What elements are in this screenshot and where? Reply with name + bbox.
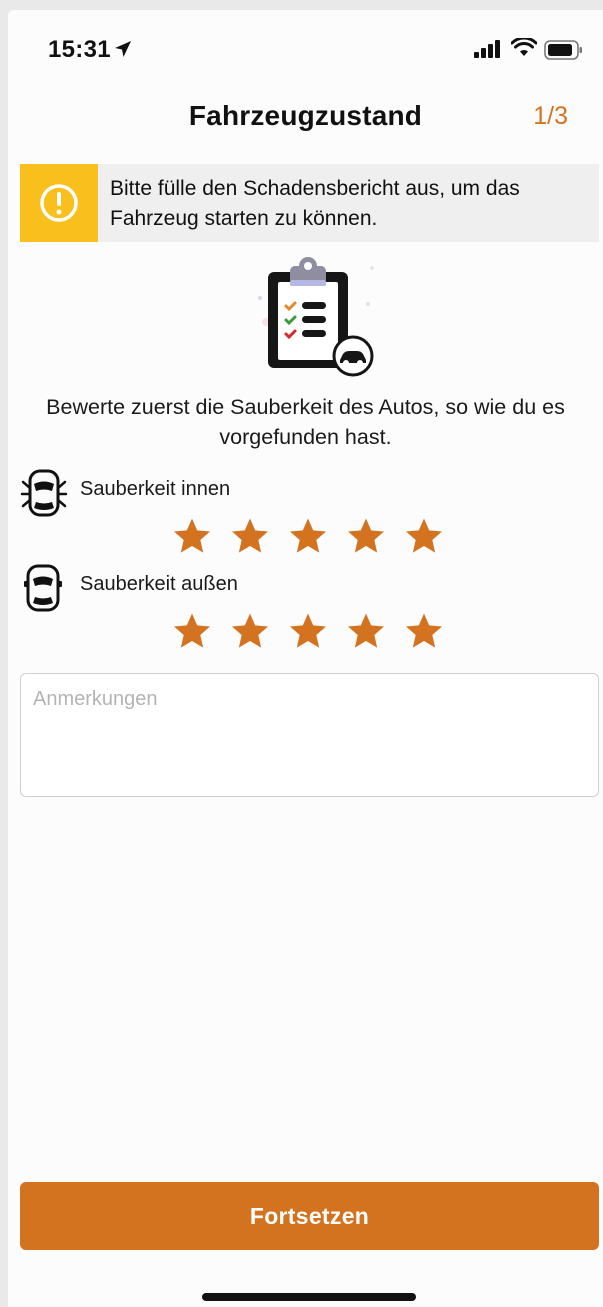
battery-icon <box>544 40 582 60</box>
notes-input[interactable]: Anmerkungen <box>20 673 599 797</box>
star-icon[interactable] <box>230 516 270 556</box>
home-indicator[interactable] <box>202 1293 416 1301</box>
star-icon[interactable] <box>288 611 328 651</box>
star-icon[interactable] <box>230 611 270 651</box>
location-arrow-icon <box>115 41 131 57</box>
warning-text: Bitte fülle den Schadensbericht aus, um … <box>110 177 520 230</box>
intro-text: Bewerte zuerst die Sauberkeit des Autos,… <box>46 395 565 449</box>
car-interior-icon <box>20 469 68 517</box>
star-icon[interactable] <box>346 611 386 651</box>
continue-button[interactable]: Fortsetzen <box>20 1182 599 1250</box>
star-icon[interactable] <box>288 516 328 556</box>
car-exterior-icon <box>24 564 62 612</box>
star-rating-interior[interactable] <box>172 516 444 556</box>
warning-icon-box <box>20 164 98 242</box>
status-time: 15:31 <box>48 36 111 63</box>
notes-placeholder: Anmerkungen <box>33 688 158 710</box>
rating-label-interior: Sauberkeit innen <box>80 478 231 500</box>
star-icon[interactable] <box>346 516 386 556</box>
status-bar: 15:31 <box>8 10 603 86</box>
star-rating-exterior[interactable] <box>172 611 444 651</box>
step-counter: 1/3 <box>533 102 568 130</box>
star-icon[interactable] <box>172 611 212 651</box>
page-title: Fahrzeugzustand <box>188 100 423 131</box>
wifi-icon <box>511 38 537 56</box>
cellular-signal-icon <box>474 40 500 58</box>
star-icon[interactable] <box>172 516 212 556</box>
star-icon[interactable] <box>404 611 444 651</box>
exclamation-circle-icon <box>40 184 78 222</box>
rating-label-exterior: Sauberkeit außen <box>80 573 238 595</box>
star-icon[interactable] <box>404 516 444 556</box>
warning-banner: Bitte fülle den Schadensbericht aus, um … <box>20 164 599 242</box>
app-screen: 15:31 Fahrzeugzustand 1/3 Bitte fülle de… <box>8 10 603 1307</box>
clipboard-checklist-car-icon <box>258 257 374 377</box>
